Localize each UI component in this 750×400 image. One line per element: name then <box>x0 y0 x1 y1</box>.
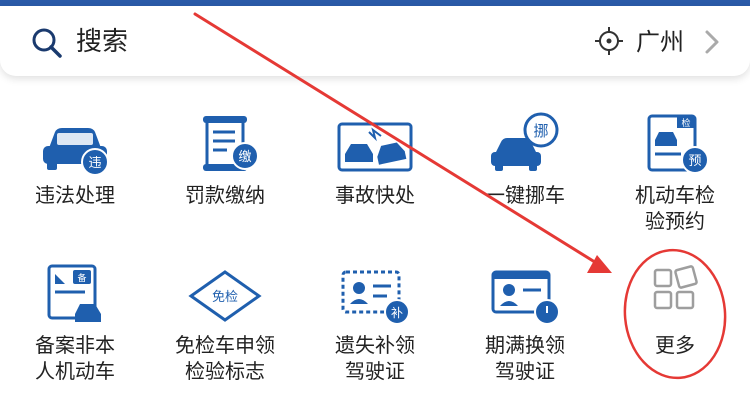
city-selector[interactable]: 广州 <box>636 24 684 60</box>
service-fine-payment[interactable]: 缴 罚款缴纳 <box>150 100 300 250</box>
service-register-nonowner-vehicle[interactable]: 备 备案非本 人机动车 <box>0 250 150 400</box>
license-card-icon: 补 <box>341 270 410 325</box>
accident-icon <box>337 122 413 172</box>
more-grid-icon <box>653 265 698 310</box>
service-exempt-inspection-sticker[interactable]: 免检 免检车申领 检验标志 <box>150 250 300 400</box>
service-label: 机动车检 验预约 <box>635 183 715 233</box>
register-doc-icon: 备 <box>47 264 101 322</box>
service-renew-license[interactable]: 期满换领 驾驶证 <box>450 250 600 400</box>
search-bar[interactable]: 搜索 广州 <box>0 6 750 76</box>
service-violation-handling[interactable]: 违 违法处理 <box>0 100 150 250</box>
service-label: 违法处理 <box>35 183 115 207</box>
fine-scroll-icon: 缴 <box>203 116 259 171</box>
badge-text: 备 <box>77 272 86 284</box>
badge-text: 检 <box>681 117 690 129</box>
locate-icon[interactable] <box>594 26 624 56</box>
service-lost-license-reissue[interactable]: 补 遗失补领 驾驶证 <box>300 250 450 400</box>
service-label: 罚款缴纳 <box>185 183 265 207</box>
car-violation-icon: 违 <box>43 128 109 176</box>
service-label: 更多 <box>655 333 695 357</box>
service-label: 期满换领 驾驶证 <box>485 333 565 383</box>
exempt-sticker-icon: 免检 <box>188 270 262 322</box>
service-label: 遗失补领 驾驶证 <box>335 333 415 383</box>
badge-text: 预 <box>688 154 701 169</box>
service-label: 免检车申领 检验标志 <box>175 333 275 383</box>
service-grid: 违 违法处理 缴 罚款缴纳 事故快处 挪 一键挪车 检 预 机动车检 验预约 备… <box>0 100 750 400</box>
badge-text: 免检 <box>212 290 238 305</box>
service-accident-quick[interactable]: 事故快处 <box>300 100 450 250</box>
service-more[interactable]: 更多 <box>600 250 750 400</box>
move-car-icon: 挪 <box>491 112 559 171</box>
service-move-car[interactable]: 挪 一键挪车 <box>450 100 600 250</box>
service-label: 一键挪车 <box>485 183 565 207</box>
search-label[interactable]: 搜索 <box>76 24 128 60</box>
inspection-doc-icon: 检 预 <box>647 114 709 174</box>
chevron-right-icon[interactable] <box>702 28 722 56</box>
license-renew-icon <box>491 270 560 325</box>
badge-text: 缴 <box>238 150 251 165</box>
service-label: 备案非本 人机动车 <box>35 333 115 383</box>
service-label: 事故快处 <box>335 183 415 207</box>
badge-text: 补 <box>391 306 403 320</box>
search-icon <box>32 28 62 58</box>
badge-text: 挪 <box>533 122 548 140</box>
service-inspection-booking[interactable]: 检 预 机动车检 验预约 <box>600 100 750 250</box>
badge-text: 违 <box>88 156 101 171</box>
